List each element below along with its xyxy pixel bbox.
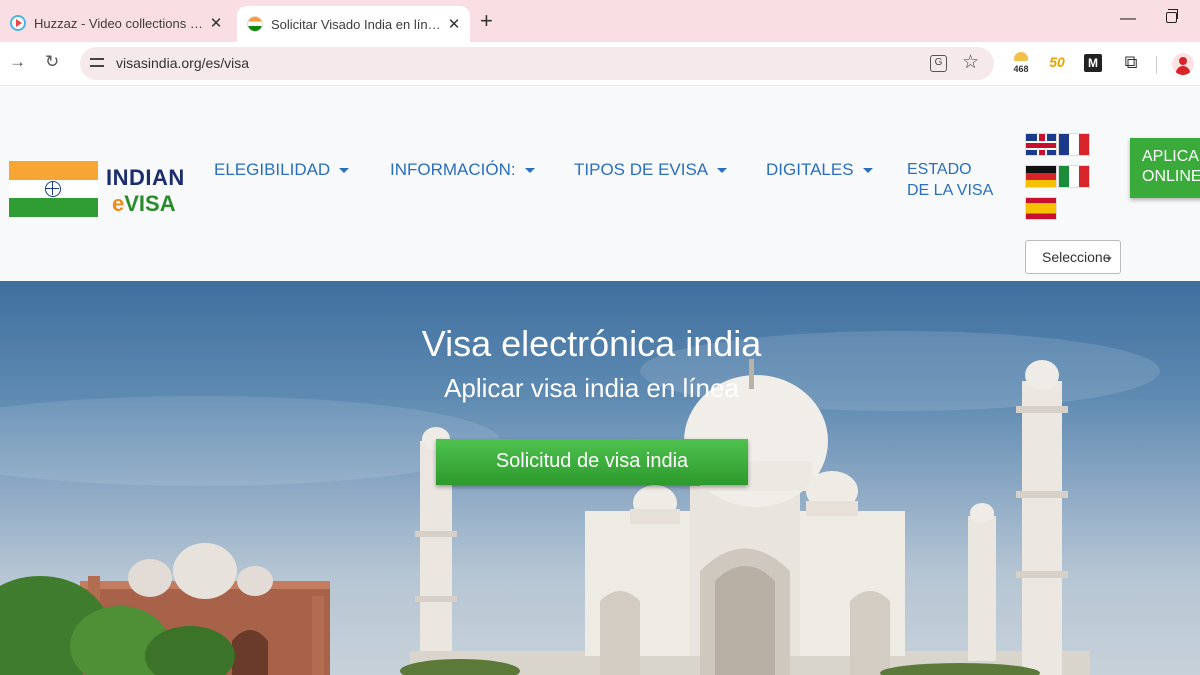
hero-title: Visa electrónica india	[421, 323, 762, 364]
hero-subtitle: Aplicar visa india en línea	[444, 373, 739, 403]
english-flag-icon[interactable]	[1025, 133, 1057, 156]
caret-down-icon	[862, 167, 873, 173]
bookmark-star-icon[interactable]: ☆	[962, 51, 979, 74]
new-tab-button[interactable]: +	[480, 8, 493, 34]
hero-banner: Visa electrónica india Aplicar visa indi…	[0, 281, 1200, 675]
huzzaz-play-icon	[10, 15, 26, 31]
apply-visa-button[interactable]: Solicitud de visa india	[436, 439, 748, 485]
address-bar[interactable]: visasindia.org/es/visa G ☆	[80, 47, 994, 80]
nav-estado-visa[interactable]: ESTADO DE LA VISA	[907, 159, 993, 201]
logo-text-indian[interactable]: INDIAN	[106, 165, 185, 191]
browser-toolbar: → ↻ visasindia.org/es/visa G ☆ 468 50 M …	[0, 42, 1200, 86]
site-header: INDIAN eVISA ELEGIBILIDAD INFORMACIÓN: T…	[0, 87, 1200, 281]
reload-icon[interactable]: ↻	[45, 52, 59, 72]
spanish-flag-icon[interactable]	[1025, 197, 1057, 220]
chevron-down-icon: ⌄	[1103, 249, 1114, 263]
translate-icon[interactable]: G	[930, 55, 947, 72]
german-flag-icon[interactable]	[1025, 165, 1057, 188]
browser-tab-bar: Huzzaz - Video collections by k ✕ Solici…	[0, 0, 1200, 42]
language-select[interactable]: Seleccione ⌄	[1025, 240, 1121, 274]
toolbar-divider	[1156, 56, 1157, 74]
nav-digitales[interactable]: DIGITALES	[766, 160, 873, 180]
caret-down-icon	[717, 167, 728, 173]
restore-window-icon[interactable]	[1166, 9, 1178, 23]
india-flag-logo-icon[interactable]	[9, 161, 98, 217]
tab-title: Huzzaz - Video collections by k	[34, 15, 206, 31]
forward-arrow-icon[interactable]: →	[9, 52, 26, 72]
india-flag-icon	[247, 16, 263, 32]
apply-online-button[interactable]: APLICA ONLINE	[1130, 138, 1200, 198]
browser-tab-visa[interactable]: Solicitar Visado India en línea, S ✕	[237, 6, 470, 42]
nav-informacion[interactable]: INFORMACIÓN:	[390, 160, 535, 180]
browser-tab-huzzaz[interactable]: Huzzaz - Video collections by k ✕	[0, 6, 232, 40]
minimize-icon[interactable]: —	[1120, 10, 1136, 28]
extensions-puzzle-icon[interactable]: ⧉	[1120, 52, 1142, 78]
logo-text-evisa[interactable]: eVISA	[112, 191, 176, 217]
close-tab-icon[interactable]: ✕	[206, 14, 226, 32]
url-text[interactable]: visasindia.org/es/visa	[116, 55, 249, 71]
italian-flag-icon[interactable]	[1058, 165, 1090, 188]
site-settings-icon[interactable]	[90, 55, 106, 71]
ashoka-chakra-icon	[45, 181, 61, 197]
tab-title: Solicitar Visado India en línea, S	[271, 16, 444, 32]
nav-elegibilidad[interactable]: ELEGIBILIDAD	[214, 160, 350, 180]
weather-extension-icon[interactable]: 468	[1010, 50, 1032, 76]
close-tab-icon[interactable]: ✕	[444, 15, 464, 33]
caret-down-icon	[524, 167, 535, 173]
caret-down-icon	[339, 167, 350, 173]
profile-avatar-icon[interactable]	[1172, 53, 1194, 75]
french-flag-icon[interactable]	[1058, 133, 1090, 156]
fifty-extension-icon[interactable]: 50	[1046, 50, 1068, 76]
nav-tipos-evisa[interactable]: TIPOS DE EVISA	[574, 160, 728, 180]
m-extension-icon[interactable]: M	[1084, 54, 1102, 72]
